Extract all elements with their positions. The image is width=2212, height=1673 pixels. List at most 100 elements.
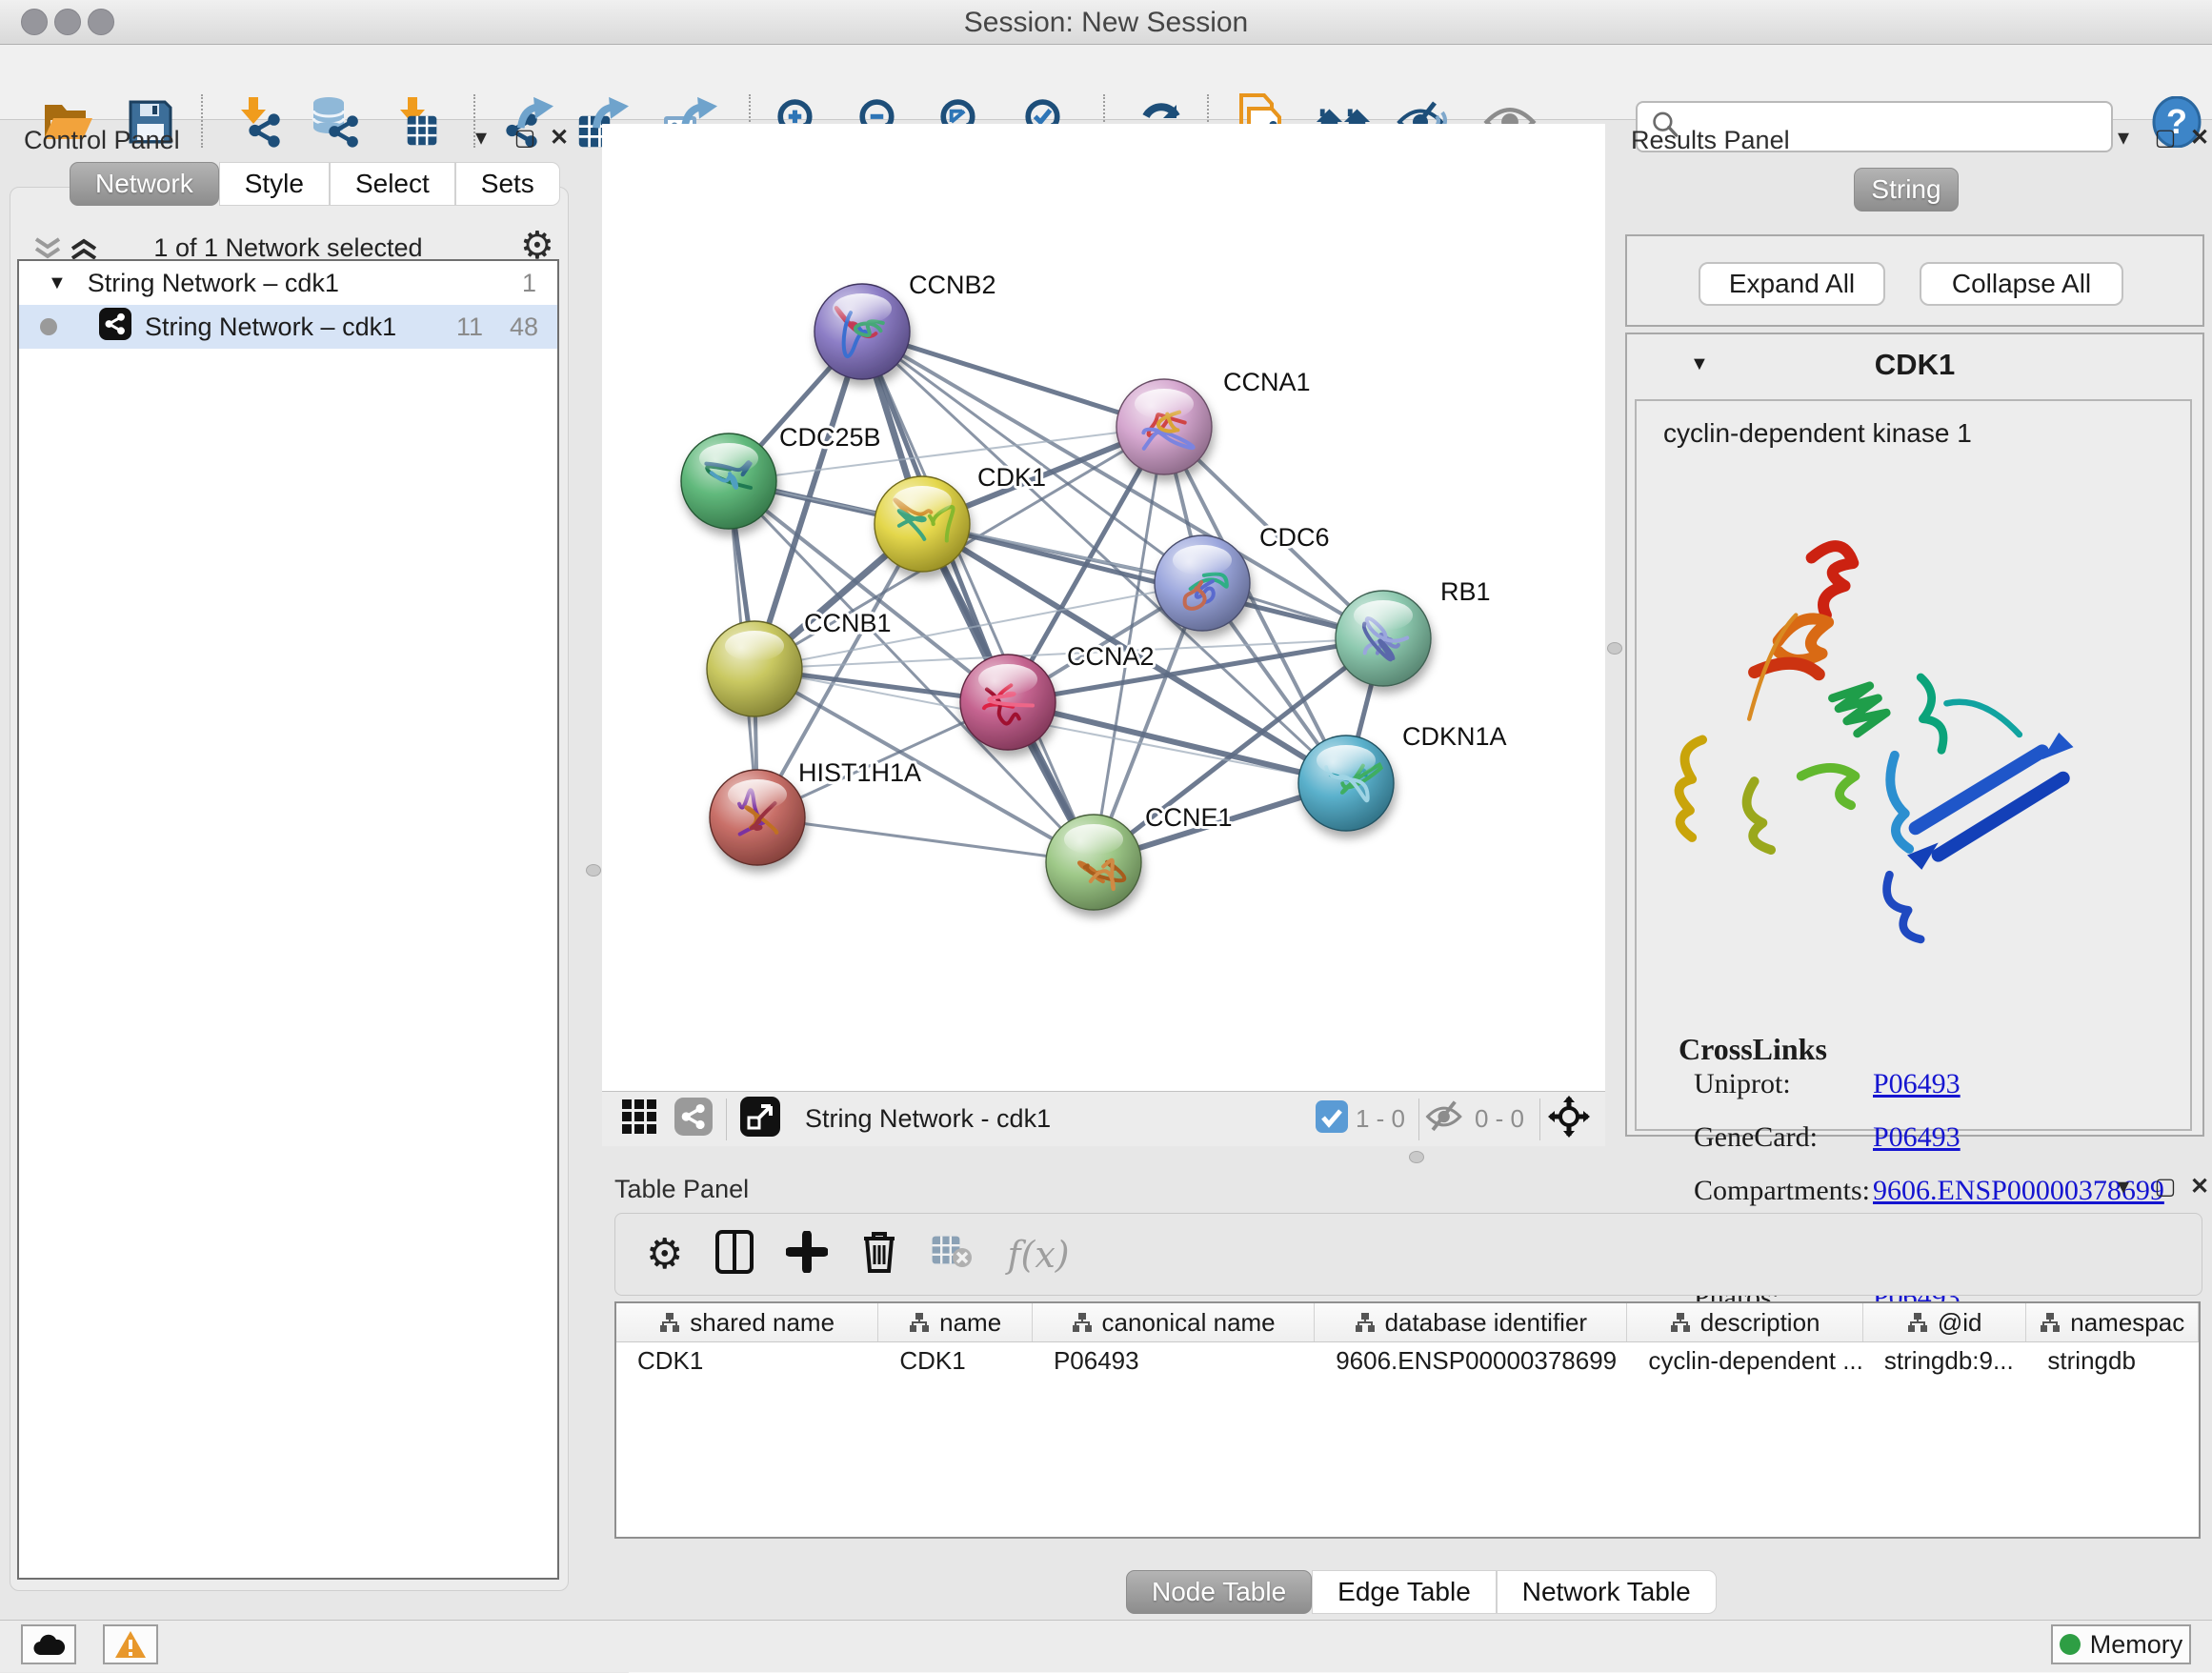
column-label: description bbox=[1700, 1308, 1820, 1338]
footer-separator bbox=[1418, 1099, 1419, 1140]
node-label-CCNA1: CCNA1 bbox=[1223, 368, 1311, 396]
tab-node-table[interactable]: Node Table bbox=[1126, 1570, 1312, 1614]
network-view-title: String Network - cdk1 bbox=[805, 1104, 1051, 1134]
maximize-panel-icon[interactable]: ▢ bbox=[2149, 1171, 2182, 1203]
graph-node-CDKN1A[interactable]: CDKN1A bbox=[1298, 722, 1507, 831]
close-panel-icon[interactable]: ✕ bbox=[2183, 122, 2212, 154]
network-row[interactable]: String Network – cdk1 11 48 bbox=[19, 305, 557, 349]
table-options-gear-icon[interactable]: ⚙ bbox=[646, 1234, 683, 1276]
delete-column-icon[interactable] bbox=[860, 1229, 898, 1280]
cell-description[interactable]: cyclin-dependent ... bbox=[1627, 1342, 1862, 1381]
graph-node-RB1[interactable]: RB1 bbox=[1336, 577, 1491, 686]
node-label-CCNB1: CCNB1 bbox=[804, 609, 892, 637]
cell-database-identifier[interactable]: 9606.ENSP00000378699 bbox=[1315, 1342, 1627, 1381]
selected-checkbox-icon[interactable] bbox=[1316, 1100, 1348, 1138]
tab-network-table[interactable]: Network Table bbox=[1497, 1570, 1717, 1614]
tab-edge-table[interactable]: Edge Table bbox=[1312, 1570, 1497, 1614]
footer-separator bbox=[1539, 1099, 1540, 1140]
protein-structure-image bbox=[1656, 458, 2113, 1011]
collapse-all-button[interactable]: Collapse All bbox=[1920, 262, 2123, 306]
close-panel-icon[interactable]: ✕ bbox=[543, 122, 575, 154]
footer-separator bbox=[726, 1099, 727, 1140]
cell-@id[interactable]: stringdb:9... bbox=[1863, 1342, 2027, 1381]
crosslink-label: Uniprot: bbox=[1694, 1068, 1791, 1100]
network-canvas[interactable]: CCNB2 CCNA1 CDC25B CDK1 CDC6 RB1 CCNB1 CCNA2 CDK… bbox=[602, 124, 1605, 1091]
network-collection-row[interactable]: ▼ String Network – cdk1 1 bbox=[19, 261, 557, 305]
column-label: @id bbox=[1938, 1308, 1982, 1338]
table-row[interactable]: CDK1CDK1P064939606.ENSP00000378699cyclin… bbox=[616, 1342, 2199, 1381]
float-panel-icon[interactable]: ▾ bbox=[2107, 122, 2140, 154]
network-label: String Network – cdk1 bbox=[145, 312, 396, 342]
add-column-icon[interactable] bbox=[786, 1231, 828, 1278]
results-panel-title: Results Panel bbox=[1631, 126, 1790, 155]
collection-expand-icon[interactable]: ▼ bbox=[48, 272, 67, 294]
close-panel-icon[interactable]: ✕ bbox=[2183, 1171, 2212, 1203]
column-header-shared-name[interactable]: shared name bbox=[616, 1303, 878, 1341]
graph-node-CDC25B[interactable]: CDC25B bbox=[681, 423, 881, 529]
column-label: shared name bbox=[690, 1308, 835, 1338]
node-label-RB1: RB1 bbox=[1440, 577, 1491, 606]
grid-view-icon[interactable] bbox=[621, 1099, 657, 1139]
network-current-dot-icon bbox=[40, 318, 57, 335]
column-header-namespac[interactable]: namespac bbox=[2026, 1303, 2199, 1341]
float-panel-icon[interactable]: ▾ bbox=[2107, 1171, 2140, 1203]
delete-table-icon bbox=[931, 1233, 973, 1276]
crosslink-value[interactable]: P06493 bbox=[1873, 1068, 1961, 1100]
network-edge-count: 48 bbox=[510, 312, 538, 342]
title-bar: Session: New Session bbox=[0, 0, 2212, 45]
tab-style[interactable]: Style bbox=[219, 162, 330, 206]
node-label-CDK1: CDK1 bbox=[977, 463, 1046, 492]
pan-crosshair-icon[interactable] bbox=[1548, 1096, 1590, 1142]
column-header-@id[interactable]: @id bbox=[1863, 1303, 2027, 1341]
column-label: database identifier bbox=[1385, 1308, 1587, 1338]
column-header-database-identifier[interactable]: database identifier bbox=[1315, 1303, 1627, 1341]
maximize-panel-icon[interactable]: ▢ bbox=[2149, 122, 2182, 154]
show-columns-icon[interactable] bbox=[715, 1230, 754, 1279]
graph-node-HIST1H1A[interactable]: HIST1H1A bbox=[710, 758, 921, 865]
tab-select[interactable]: Select bbox=[330, 162, 455, 206]
warnings-button[interactable] bbox=[103, 1624, 158, 1664]
node-table: shared name name canonical name database id… bbox=[614, 1301, 2201, 1539]
cell-shared-name[interactable]: CDK1 bbox=[616, 1342, 878, 1381]
tab-string[interactable]: String bbox=[1854, 168, 1959, 212]
cloud-button[interactable] bbox=[21, 1624, 76, 1664]
warning-icon bbox=[114, 1630, 147, 1659]
node-label-CDKN1A: CDKN1A bbox=[1402, 722, 1507, 751]
cell-namespac[interactable]: stringdb bbox=[2026, 1342, 2199, 1381]
node-label-CCNB2: CCNB2 bbox=[909, 271, 996, 299]
graph-node-CCNE1[interactable]: CCNE1 bbox=[1046, 803, 1233, 910]
vertical-splitter-grip[interactable] bbox=[586, 864, 601, 877]
collection-count: 1 bbox=[522, 269, 536, 298]
memory-status-dot bbox=[2060, 1634, 2081, 1655]
column-label: namespac bbox=[2070, 1308, 2184, 1338]
node-label-CDC6: CDC6 bbox=[1259, 523, 1330, 552]
results-panel: Results Panel ▾ ▢ ✕ String Expand All Co… bbox=[1619, 124, 2212, 1167]
crosslink-label: GeneCard: bbox=[1694, 1121, 1818, 1154]
entry-details: cyclin-dependent kinase 1 bbox=[1635, 399, 2192, 1131]
node-label-CCNA2: CCNA2 bbox=[1067, 642, 1155, 671]
main-toolbar: ? bbox=[0, 45, 2212, 120]
node-label-CCNE1: CCNE1 bbox=[1145, 803, 1233, 832]
column-header-description[interactable]: description bbox=[1627, 1303, 1862, 1341]
maximize-panel-icon[interactable]: ▢ bbox=[509, 122, 541, 154]
entry-name: CDK1 bbox=[1627, 348, 2202, 382]
column-header-canonical-name[interactable]: canonical name bbox=[1033, 1303, 1315, 1341]
table-panel: Table Panel ▾ ▢ ✕ ⚙ f(x) shared namename… bbox=[602, 1167, 2212, 1620]
expand-all-button[interactable]: Expand All bbox=[1699, 262, 1885, 306]
horizontal-splitter-grip[interactable] bbox=[1409, 1151, 1424, 1163]
entry-description: cyclin-dependent kinase 1 bbox=[1663, 418, 1972, 449]
tab-sets[interactable]: Sets bbox=[455, 162, 560, 206]
cell-name[interactable]: CDK1 bbox=[878, 1342, 1033, 1381]
birds-eye-view-icon[interactable] bbox=[740, 1097, 780, 1141]
tab-network[interactable]: Network bbox=[70, 162, 219, 206]
network-view-icon[interactable] bbox=[674, 1098, 713, 1140]
column-header-name[interactable]: name bbox=[878, 1303, 1033, 1341]
memory-button[interactable]: Memory bbox=[2051, 1624, 2191, 1664]
cell-canonical-name[interactable]: P06493 bbox=[1033, 1342, 1315, 1381]
crosslink-value[interactable]: P06493 bbox=[1873, 1121, 1961, 1154]
column-label: canonical name bbox=[1102, 1308, 1276, 1338]
memory-label: Memory bbox=[2090, 1630, 2183, 1660]
graph-node-CCNA1[interactable]: CCNA1 bbox=[1116, 368, 1311, 474]
control-panel: Control Panel ▾ ▢ ✕ NetworkStyleSelectSe… bbox=[10, 124, 567, 1591]
float-panel-icon[interactable]: ▾ bbox=[465, 122, 497, 154]
